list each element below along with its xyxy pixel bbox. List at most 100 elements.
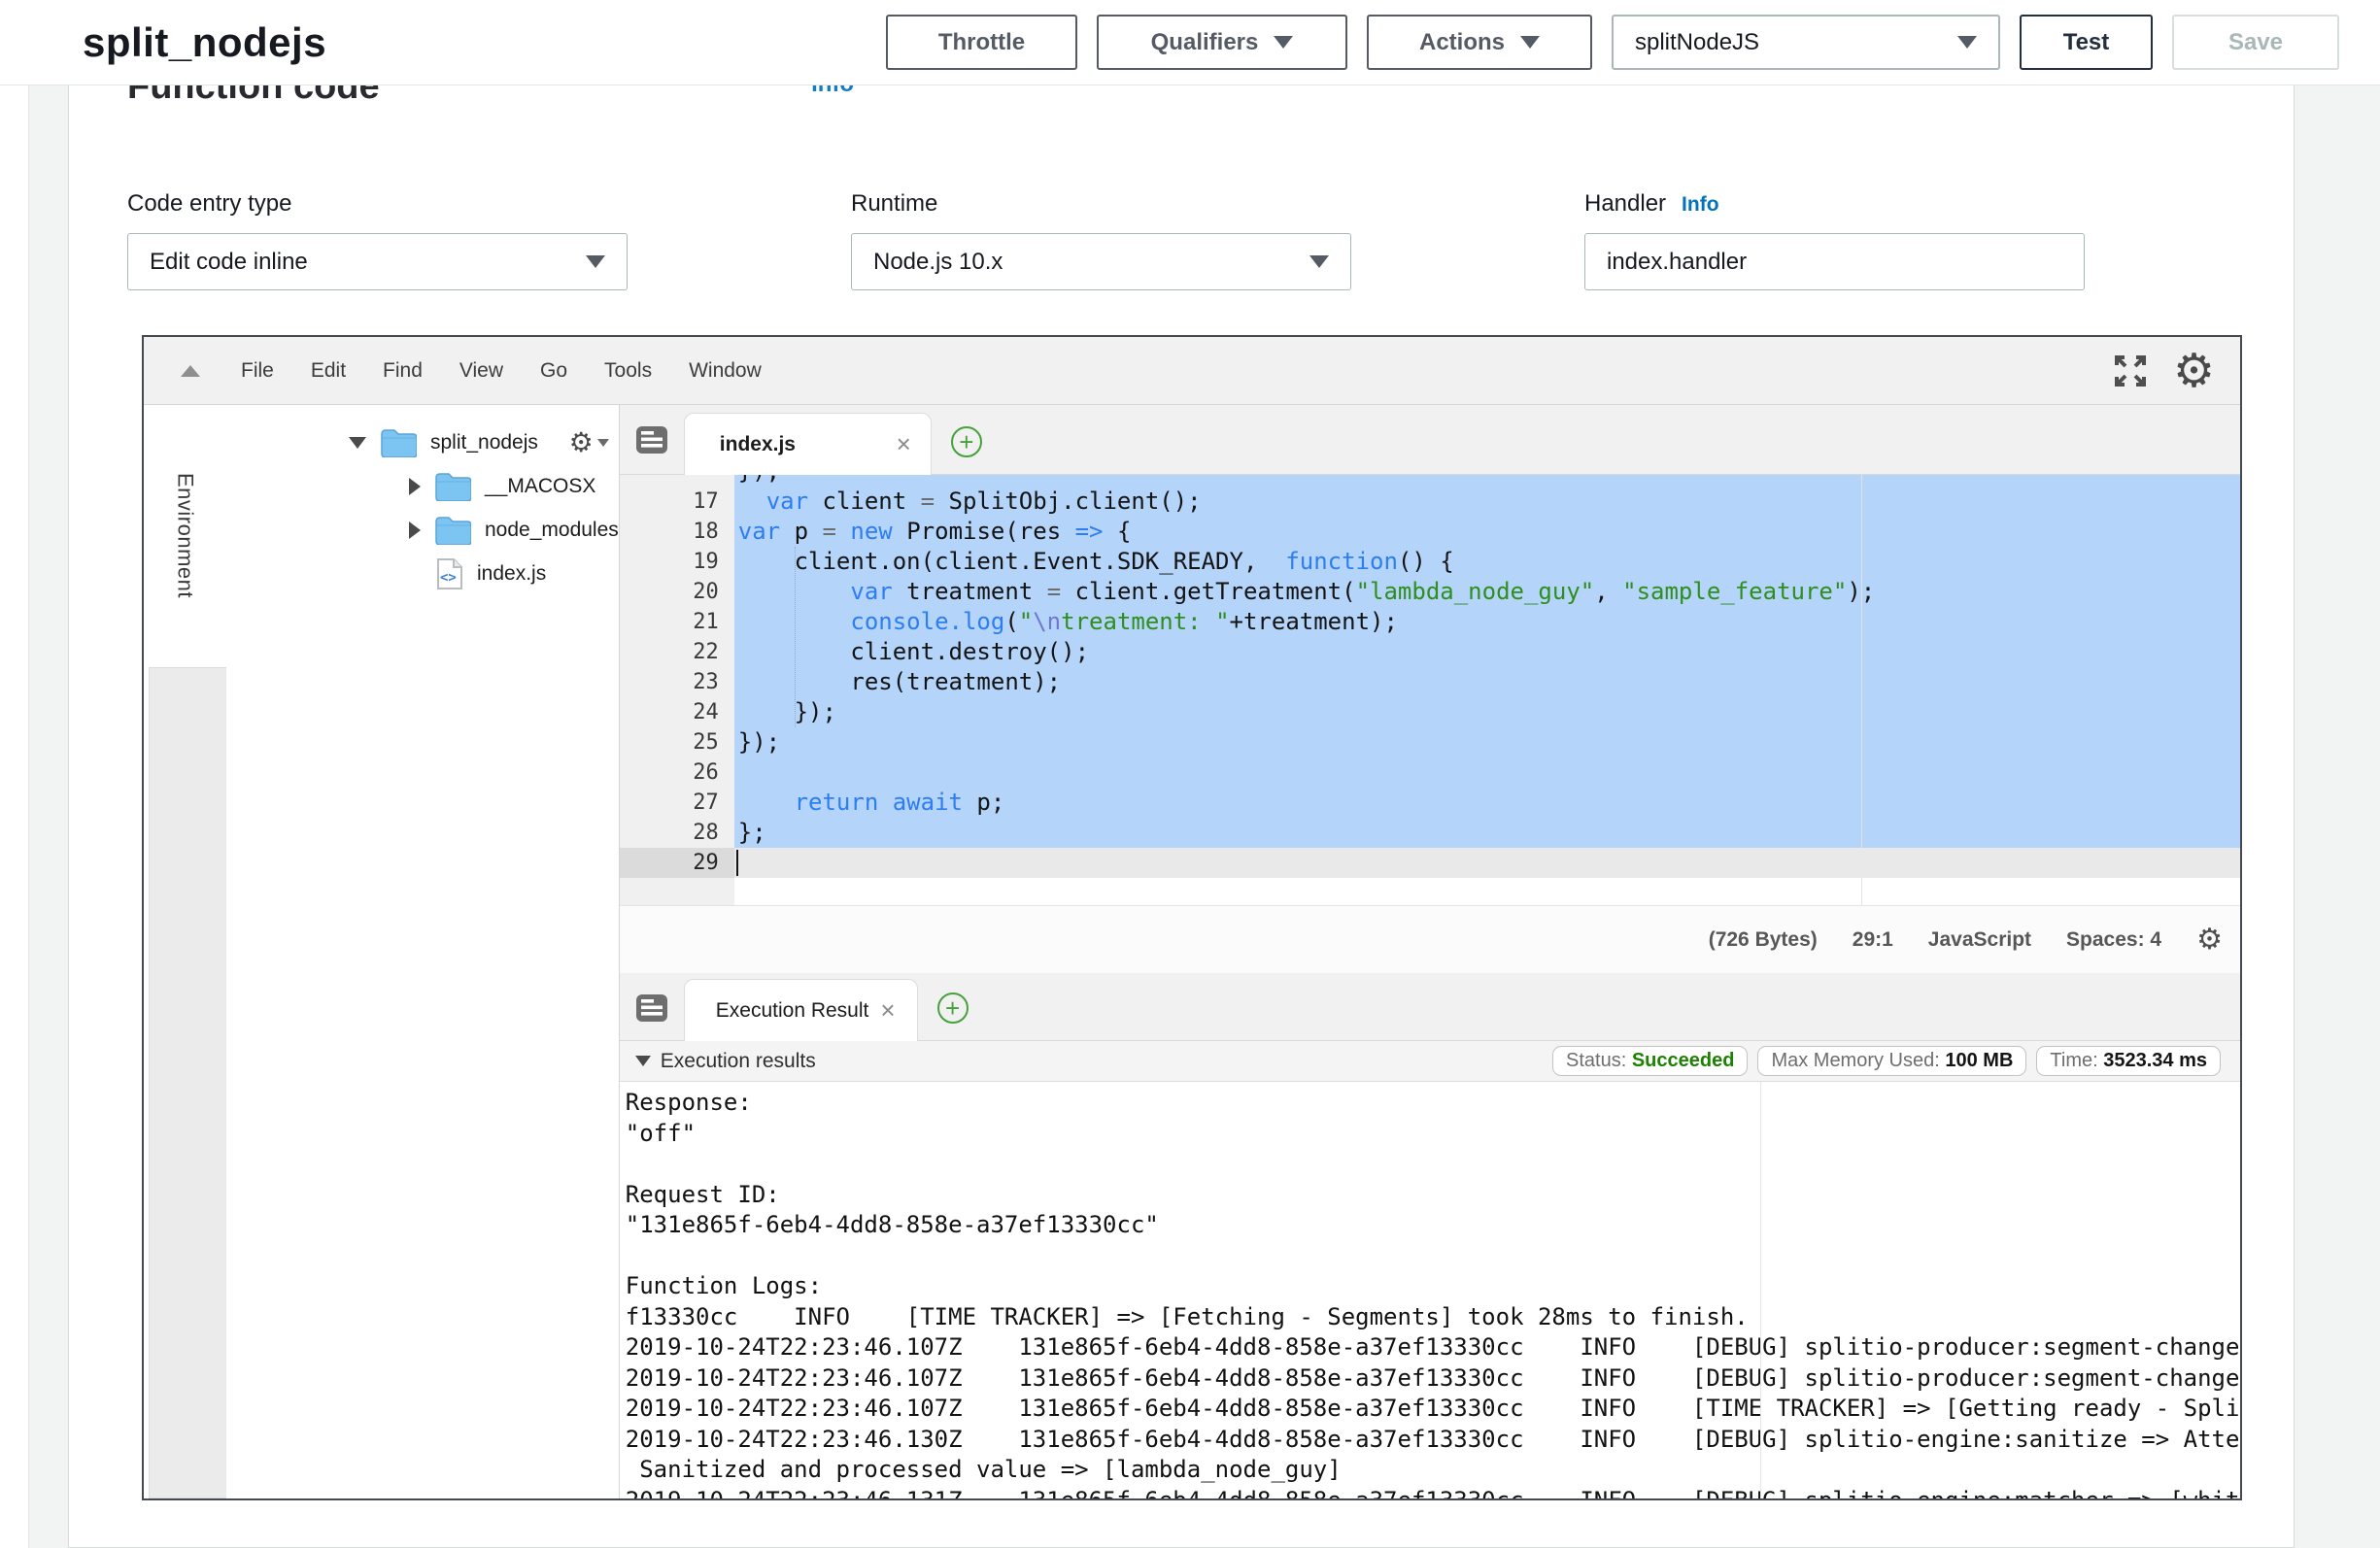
tree-root-split_nodejs[interactable]: split_nodejs⚙ [226,421,619,464]
qualifiers-button[interactable]: Qualifiers [1097,15,1347,70]
js-file-icon: <> [436,557,463,590]
clipped-section-heading: Function code Info [127,85,2235,100]
gutter-line-23: 23 [620,667,734,697]
code-content[interactable]: }); var client = SplitObj.client();var p… [734,475,2240,905]
code-line-24[interactable]: }); [734,697,2240,727]
runtime-label: Runtime [851,190,1351,218]
tab-list-icon[interactable] [635,992,668,1025]
gutter-line-19: 19 [620,547,734,577]
log-line-11: 2019-10-24T22:23:46.107Z 131e865f-6eb4-4… [626,1394,2240,1425]
runtime-select[interactable]: Node.js 10.x [851,233,1351,290]
chevron-down-icon [1520,36,1540,49]
execution-results-header: Execution results Status: SucceededMax M… [620,1041,2240,1082]
code-entry-type-select[interactable]: Edit code inline [127,233,628,290]
code-line-20[interactable]: var treatment = client.getTreatment("lam… [734,577,2240,607]
log-line-6 [626,1241,2240,1272]
code-line-19[interactable]: client.on(client.Event.SDK_READY, functi… [734,547,2240,577]
gutter-line-28: 28 [620,818,734,848]
language-mode-indicator[interactable]: JavaScript [1928,928,2031,952]
code-entry-type-value: Edit code inline [150,249,308,276]
folder-icon [434,516,471,545]
gutter-line-29: 29 [620,848,734,878]
log-line-7: Function Logs: [626,1271,2240,1302]
badge-max-memory: Max Memory Used: 100 MB [1757,1046,2026,1076]
tree-item-index.js[interactable]: <> index.js [226,552,619,595]
handler-value: index.handler [1607,249,1747,276]
folder-icon [434,472,471,501]
tree-settings-gear-icon[interactable]: ⚙ [569,429,609,456]
code-entry-type-field: Code entry type Edit code inline [127,190,628,290]
indentation-indicator[interactable]: Spaces: 4 [2066,928,2161,952]
cursor-position-indicator[interactable]: 29:1 [1853,928,1893,952]
code-line-29[interactable] [734,848,2240,878]
code-line-21[interactable]: console.log("\ntreatment: "+treatment); [734,607,2240,637]
actions-button[interactable]: Actions [1367,15,1592,70]
line-number-gutter: 17181920212223242526272829 [620,475,734,905]
caret-right-icon[interactable] [409,522,421,539]
handler-field: Handler Info index.handler [1584,190,2085,290]
code-line-18[interactable]: var p = new Promise(res => { [734,517,2240,547]
test-event-select[interactable]: splitNodeJS [1612,15,2000,70]
menu-tools[interactable]: Tools [604,359,652,383]
log-line-5: "131e865f-6eb4-4dd8-858e-a37ef13330cc" [626,1210,2240,1241]
save-button[interactable]: Save [2172,15,2339,70]
tree-item-label: index.js [477,562,546,586]
execution-badges: Status: Succeeded Max Memory Used: 100 MB… [1552,1046,2221,1076]
throttle-button[interactable]: Throttle [886,15,1077,70]
handler-input[interactable]: index.handler [1584,233,2085,290]
chevron-down-icon [586,255,605,268]
code-line-26[interactable] [734,757,2240,788]
caret-right-icon[interactable] [409,478,421,495]
caret-down-icon[interactable] [349,437,366,449]
tree-item-node_modules[interactable]: node_modules [226,508,619,552]
code-line-28[interactable]: }; [734,818,2240,848]
status-settings-gear-icon[interactable]: ⚙ [2196,925,2223,955]
log-line-12: 2019-10-24T22:23:46.130Z 131e865f-6eb4-4… [626,1425,2240,1456]
code-line-25[interactable]: }); [734,727,2240,757]
handler-info-link[interactable]: Info [1682,193,1718,217]
chevron-down-icon [1274,36,1293,49]
new-tab-button[interactable]: + [937,993,969,1024]
menu-window[interactable]: Window [689,359,762,383]
folder-icon [380,428,417,457]
code-entry-type-label: Code entry type [127,190,628,218]
menu-view[interactable]: View [459,359,503,383]
log-line-8: f13330cc INFO [TIME TRACKER] => [Fetchin… [626,1302,2240,1333]
fullscreen-icon[interactable] [2111,352,2150,390]
code-line-17[interactable]: var client = SplitObj.client(); [734,487,2240,517]
environment-tab[interactable]: Environment [144,405,226,667]
chevron-down-icon [1309,255,1329,268]
close-tab-icon[interactable]: × [897,429,911,459]
handler-label: Handler [1584,190,1666,218]
editor-settings-gear-icon[interactable]: ⚙ [2173,348,2215,394]
menu-go[interactable]: Go [540,359,567,383]
close-tab-icon[interactable]: × [880,995,895,1026]
editor-main-column: index.js × + 17181920212223242526272829 … [620,405,2240,1498]
editor-menubar: File Edit Find View Go Tools Window ⚙ [144,337,2240,405]
log-line-1: Response: [626,1088,2240,1119]
tab-index-js[interactable]: index.js × [684,413,932,475]
code-line-27[interactable]: return await p; [734,788,2240,818]
menu-file[interactable]: File [241,359,274,383]
actions-label: Actions [1419,29,1505,56]
code-line-22[interactable]: client.destroy(); [734,637,2240,667]
header-actions: Throttle Qualifiers Actions splitNodeJS … [886,15,2339,70]
tab-list-icon[interactable] [635,423,668,456]
page-title: split_nodejs [83,19,326,66]
gutter-line-17: 17 [620,487,734,517]
test-button[interactable]: Test [2020,15,2153,70]
menu-edit[interactable]: Edit [311,359,346,383]
code-editor-area: 17181920212223242526272829 }); var clien… [620,475,2240,905]
menu-find[interactable]: Find [383,359,423,383]
tab-execution-result[interactable]: Execution Result × [684,979,918,1041]
new-tab-button[interactable]: + [951,426,982,457]
badge-time: Time: 3523.34 ms [2036,1046,2221,1076]
collapse-menubar-icon[interactable] [181,365,200,377]
badge-status: Status: Succeeded [1552,1046,1748,1076]
log-line-3 [626,1149,2240,1180]
section-heading-info-link: Info [811,85,854,98]
tree-item-__MACOSX[interactable]: __MACOSX [226,464,619,508]
code-line-23[interactable]: res(treatment); [734,667,2240,697]
collapse-results-icon[interactable] [635,1056,651,1066]
test-event-selected-value: splitNodeJS [1635,29,1759,56]
